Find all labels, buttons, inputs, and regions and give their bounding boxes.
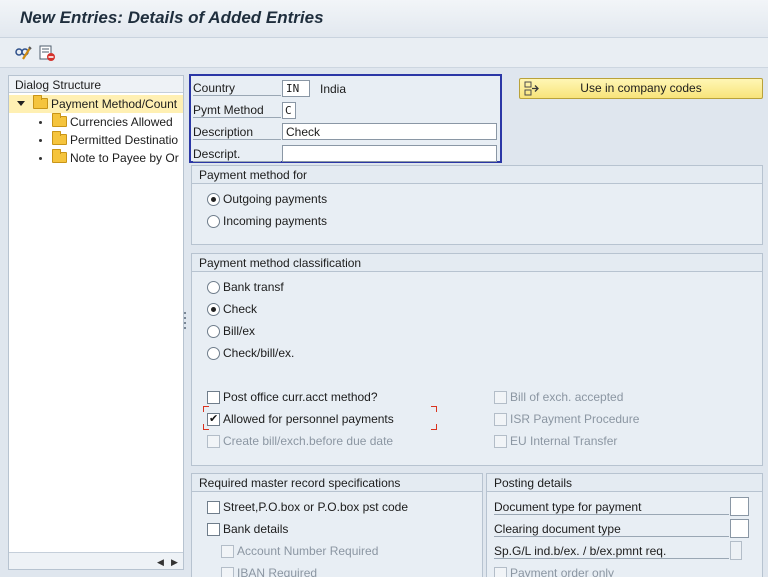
pymt-method-label: Pymt Method — [193, 103, 281, 118]
radio-incoming-payments[interactable] — [207, 215, 220, 228]
descript-label: Descript. — [193, 147, 281, 162]
outgoing-payments-label: Outgoing payments — [223, 192, 328, 206]
delete-row-icon[interactable] — [38, 44, 56, 62]
clearing-document-type-field[interactable] — [730, 519, 749, 538]
document-type-field[interactable] — [730, 497, 749, 516]
payment-method-for-group: Payment method for Outgoing payments Inc… — [191, 165, 763, 245]
bullet-icon — [39, 157, 42, 160]
descript-field[interactable] — [282, 145, 497, 162]
spgl-ind-label: Sp.G/L ind.b/ex. / b/ex.pmnt req. — [494, 544, 729, 559]
tree-item-permitted-destination[interactable]: Permitted Destinatio — [9, 131, 183, 149]
master-record-group: Required master record specifications St… — [191, 473, 483, 577]
checkbox-create-bill-exch — [207, 435, 220, 448]
scroll-left-icon[interactable]: ◀ — [157, 557, 164, 568]
account-number-required-label: Account Number Required — [237, 544, 379, 558]
tree-item-label: Payment Method/Count — [51, 97, 178, 111]
use-in-company-codes-label: Use in company codes — [580, 81, 702, 95]
folder-icon — [52, 131, 67, 145]
folder-icon — [52, 149, 67, 163]
posting-details-group: Posting details Document type for paymen… — [486, 473, 763, 577]
use-in-company-codes-button[interactable]: Use in company codes — [519, 78, 763, 99]
iban-required-label: IBAN Required — [237, 566, 318, 577]
bank-details-label: Bank details — [223, 522, 289, 536]
radio-bank-transf[interactable] — [207, 281, 220, 294]
splitter-handle[interactable] — [184, 310, 186, 330]
checkbox-account-number-required — [221, 545, 234, 558]
check-label: Check — [223, 302, 258, 316]
country-label: Country — [193, 81, 281, 96]
allowed-personnel-payments-label: Allowed for personnel payments — [223, 412, 394, 426]
application-toolbar — [0, 38, 768, 68]
radio-check[interactable] — [207, 303, 220, 316]
pymt-method-field[interactable]: C — [282, 102, 296, 119]
folder-icon — [52, 113, 67, 127]
checkbox-street-po-box[interactable] — [207, 501, 220, 514]
dialog-structure-panel: Dialog Structure Payment Method/Count Cu… — [8, 75, 184, 570]
bill-of-exch-accepted-label: Bill of exch. accepted — [510, 390, 624, 404]
bullet-icon — [39, 121, 42, 124]
radio-check-bill-ex[interactable] — [207, 347, 220, 360]
tree-horizontal-scrollbar[interactable]: ◀ ▶ — [9, 552, 183, 569]
folder-open-icon — [33, 95, 48, 109]
classification-title: Payment method classification — [192, 254, 762, 272]
checkbox-iban-required — [221, 567, 234, 577]
bill-ex-label: Bill/ex — [223, 324, 256, 338]
tree-item-label: Note to Payee by Or — [70, 151, 179, 165]
focus-corner-tr — [431, 406, 437, 412]
checkbox-isr-payment-procedure — [494, 413, 507, 426]
checkbox-bill-of-exch-accepted — [494, 391, 507, 404]
tree-item-label: Currencies Allowed — [70, 115, 173, 129]
document-type-label: Document type for payment — [494, 500, 729, 515]
title-bar: New Entries: Details of Added Entries — [0, 0, 768, 38]
spgl-ind-field — [730, 541, 742, 560]
bank-transf-label: Bank transf — [223, 280, 284, 294]
radio-outgoing-payments[interactable] — [207, 193, 220, 206]
checkbox-eu-internal-transfer — [494, 435, 507, 448]
street-po-box-label: Street,P.O.box or P.O.box pst code — [223, 500, 408, 514]
expand-triangle-icon[interactable] — [17, 101, 25, 106]
payment-method-for-title: Payment method for — [192, 166, 762, 184]
tree-item-payment-method[interactable]: Payment Method/Count — [9, 95, 183, 113]
post-office-curr-acct-label: Post office curr.acct method? — [223, 390, 378, 404]
checkbox-allowed-personnel-payments[interactable] — [207, 412, 220, 426]
focus-corner-br — [431, 424, 437, 430]
country-text: India — [320, 82, 347, 96]
description-label: Description — [193, 125, 281, 140]
dialog-structure-header: Dialog Structure — [9, 76, 183, 93]
company-code-transfer-icon — [524, 81, 539, 96]
create-bill-exch-label: Create bill/exch.before due date — [223, 434, 394, 448]
incoming-payments-label: Incoming payments — [223, 214, 328, 228]
description-field[interactable]: Check — [282, 123, 497, 140]
payment-method-classification-group: Payment method classification Bank trans… — [191, 253, 763, 466]
country-field[interactable]: IN — [282, 80, 310, 97]
check-bill-ex-label: Check/bill/ex. — [223, 346, 295, 360]
bullet-icon — [39, 139, 42, 142]
master-record-title: Required master record specifications — [192, 474, 482, 492]
eu-internal-transfer-label: EU Internal Transfer — [510, 434, 618, 448]
posting-details-title: Posting details — [487, 474, 762, 492]
key-fields-box: Country IN India Pymt Method C Descripti… — [189, 74, 502, 163]
checkbox-bank-details[interactable] — [207, 523, 220, 536]
tree-item-label: Permitted Destinatio — [70, 133, 179, 147]
scroll-right-icon[interactable]: ▶ — [171, 557, 178, 568]
checkbox-post-office-curr-acct[interactable] — [207, 391, 220, 404]
tree-item-currencies-allowed[interactable]: Currencies Allowed — [9, 113, 183, 131]
checkbox-payment-order-only — [494, 567, 507, 577]
clearing-document-type-label: Clearing document type — [494, 522, 729, 537]
page-title: New Entries: Details of Added Entries — [20, 8, 324, 27]
radio-bill-ex[interactable] — [207, 325, 220, 338]
payment-order-only-label: Payment order only — [510, 566, 615, 577]
glasses-change-icon[interactable] — [14, 44, 32, 62]
tree-item-note-to-payee[interactable]: Note to Payee by Or — [9, 149, 183, 167]
isr-payment-procedure-label: ISR Payment Procedure — [510, 412, 640, 426]
